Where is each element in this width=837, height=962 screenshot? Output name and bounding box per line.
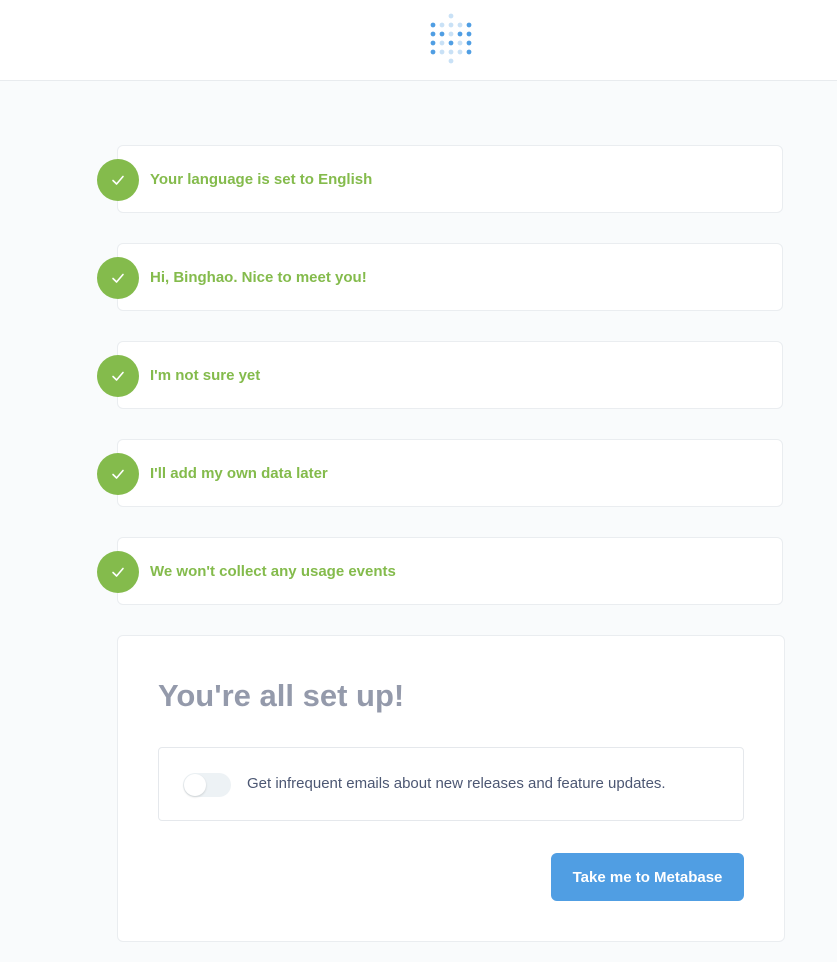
take-me-to-metabase-button[interactable]: Take me to Metabase (551, 853, 744, 901)
step-label: I'll add my own data later (150, 465, 328, 482)
check-icon (97, 551, 139, 593)
newsletter-toggle[interactable] (183, 773, 231, 797)
completed-title: You're all set up! (158, 678, 405, 713)
check-icon (97, 453, 139, 495)
top-bar (0, 0, 837, 81)
completed-card: You're all set up! Get infrequent emails… (117, 635, 785, 942)
step-label: Your language is set to English (150, 171, 373, 188)
step-label: We won't collect any usage events (150, 563, 396, 580)
step-database[interactable]: I'll add my own data later (97, 439, 783, 507)
newsletter-box: Get infrequent emails about new releases… (158, 747, 744, 821)
step-data-collection[interactable]: We won't collect any usage events (97, 537, 783, 605)
step-usage-reason[interactable]: I'm not sure yet (97, 341, 783, 409)
check-icon (97, 159, 139, 201)
metabase-logo-icon[interactable] (430, 13, 472, 65)
step-language[interactable]: Your language is set to English (97, 145, 783, 213)
step-label: I'm not sure yet (150, 367, 261, 384)
newsletter-label: Get infrequent emails about new releases… (247, 775, 666, 792)
step-label: Hi, Binghao. Nice to meet you! (150, 269, 367, 286)
check-icon (97, 355, 139, 397)
step-user[interactable]: Hi, Binghao. Nice to meet you! (97, 243, 783, 311)
toggle-knob (184, 774, 206, 796)
check-icon (97, 257, 139, 299)
